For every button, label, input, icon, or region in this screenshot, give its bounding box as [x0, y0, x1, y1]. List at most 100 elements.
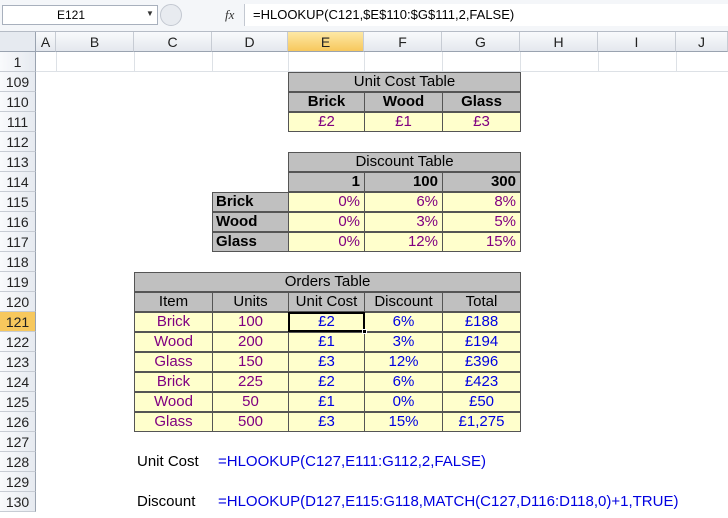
name-box[interactable]: E121: [2, 5, 158, 25]
column-header-b[interactable]: B: [56, 32, 134, 52]
orders-cell[interactable]: £1: [288, 392, 365, 412]
column-header-c[interactable]: C: [134, 32, 212, 52]
orders-cell[interactable]: £3: [288, 352, 365, 372]
row-header-120[interactable]: 120: [0, 292, 36, 312]
orders-cell[interactable]: Glass: [134, 352, 213, 372]
discount-row-label: Brick: [212, 192, 289, 212]
orders-cell[interactable]: 50: [212, 392, 289, 412]
select-all-corner[interactable]: [0, 32, 36, 52]
formula-input[interactable]: =HLOOKUP(C121,$E$110:$G$111,2,FALSE): [244, 4, 728, 26]
unit-cost-cell[interactable]: £2: [288, 112, 365, 132]
orders-cell[interactable]: 0%: [364, 392, 443, 412]
row-header-111[interactable]: 111: [0, 112, 36, 132]
orders-cell[interactable]: £188: [442, 312, 521, 332]
unit-cost-header: Brick: [288, 92, 365, 112]
discount-row-label: Glass: [212, 232, 289, 252]
column-header-f[interactable]: F: [364, 32, 442, 52]
unit-cost-cell[interactable]: £3: [442, 112, 521, 132]
column-header-h[interactable]: H: [520, 32, 598, 52]
orders-cell[interactable]: £194: [442, 332, 521, 352]
orders-cell[interactable]: £3: [288, 412, 365, 432]
column-header-a[interactable]: A: [36, 32, 56, 52]
row-header-110[interactable]: 110: [0, 92, 36, 112]
row-header-121[interactable]: 121: [0, 312, 36, 332]
discount-cell[interactable]: 8%: [442, 192, 521, 212]
orders-cell[interactable]: 150: [212, 352, 289, 372]
unit-cost-table-title: Unit Cost Table: [288, 72, 521, 92]
orders-cell[interactable]: 6%: [364, 312, 443, 332]
row-header-112[interactable]: 112: [0, 132, 36, 152]
discount-qty-header: 300: [442, 172, 521, 192]
orders-cell[interactable]: 500: [212, 412, 289, 432]
row-header-126[interactable]: 126: [0, 412, 36, 432]
gridline: [364, 52, 365, 72]
discount-table-title: Discount Table: [288, 152, 521, 172]
orders-cell[interactable]: Brick: [134, 372, 213, 392]
orders-cell[interactable]: £1,275: [442, 412, 521, 432]
discount-cell[interactable]: 12%: [364, 232, 443, 252]
discount-qty-header: 100: [364, 172, 443, 192]
formula-buttons[interactable]: [160, 4, 182, 26]
column-header-i[interactable]: I: [598, 32, 676, 52]
discount-cell[interactable]: 0%: [288, 192, 365, 212]
orders-cell[interactable]: Wood: [134, 392, 213, 412]
orders-cell[interactable]: £396: [442, 352, 521, 372]
orders-cell[interactable]: £2: [288, 372, 365, 392]
row-header-124[interactable]: 124: [0, 372, 36, 392]
row-header-1[interactable]: 1: [0, 52, 36, 72]
orders-cell[interactable]: 6%: [364, 372, 443, 392]
column-header-e[interactable]: E: [288, 32, 364, 52]
chevron-down-icon[interactable]: ▼: [146, 9, 154, 18]
gridline: [598, 52, 599, 72]
row-header-125[interactable]: 125: [0, 392, 36, 412]
row-header-114[interactable]: 114: [0, 172, 36, 192]
orders-cell[interactable]: Wood: [134, 332, 213, 352]
row-header-115[interactable]: 115: [0, 192, 36, 212]
discount-qty-header: 1: [288, 172, 365, 192]
gridline: [288, 52, 289, 72]
row-header-116[interactable]: 116: [0, 212, 36, 232]
row-header-127[interactable]: 127: [0, 432, 36, 452]
unit-cost-note-label: Unit Cost: [137, 453, 199, 470]
orders-table-title: Orders Table: [134, 272, 521, 292]
row-header-130[interactable]: 130: [0, 492, 36, 512]
orders-cell[interactable]: 225: [212, 372, 289, 392]
unit-cost-header: Glass: [442, 92, 521, 112]
discount-cell[interactable]: 0%: [288, 232, 365, 252]
row-header-129[interactable]: 129: [0, 472, 36, 492]
orders-cell[interactable]: £423: [442, 372, 521, 392]
row-header-123[interactable]: 123: [0, 352, 36, 372]
orders-cell[interactable]: 15%: [364, 412, 443, 432]
unit-cost-cell[interactable]: £1: [364, 112, 443, 132]
orders-cell[interactable]: Brick: [134, 312, 213, 332]
column-header-g[interactable]: G: [442, 32, 520, 52]
column-header-j[interactable]: J: [676, 32, 728, 52]
gridline: [212, 52, 213, 72]
row-header-122[interactable]: 122: [0, 332, 36, 352]
gridline: [442, 52, 443, 72]
orders-cell[interactable]: 100: [212, 312, 289, 332]
discount-cell[interactable]: 15%: [442, 232, 521, 252]
row-header-113[interactable]: 113: [0, 152, 36, 172]
insert-function-icon[interactable]: fx: [225, 7, 234, 23]
discount-cell[interactable]: 3%: [364, 212, 443, 232]
orders-cell[interactable]: 3%: [364, 332, 443, 352]
row-header-118[interactable]: 118: [0, 252, 36, 272]
orders-cell[interactable]: £50: [442, 392, 521, 412]
orders-cell[interactable]: £1: [288, 332, 365, 352]
column-header-d[interactable]: D: [212, 32, 288, 52]
discount-cell[interactable]: 0%: [288, 212, 365, 232]
row-header-119[interactable]: 119: [0, 272, 36, 292]
discount-cell[interactable]: 6%: [364, 192, 443, 212]
row-header-128[interactable]: 128: [0, 452, 36, 472]
fill-handle[interactable]: [362, 329, 367, 334]
orders-cell[interactable]: Glass: [134, 412, 213, 432]
row-header-117[interactable]: 117: [0, 232, 36, 252]
discount-cell[interactable]: 5%: [442, 212, 521, 232]
orders-cell[interactable]: 12%: [364, 352, 443, 372]
row-header-109[interactable]: 109: [0, 72, 36, 92]
gridline: [56, 52, 57, 72]
orders-header: Item: [134, 292, 213, 312]
orders-cell[interactable]: 200: [212, 332, 289, 352]
orders-header: Total: [442, 292, 521, 312]
